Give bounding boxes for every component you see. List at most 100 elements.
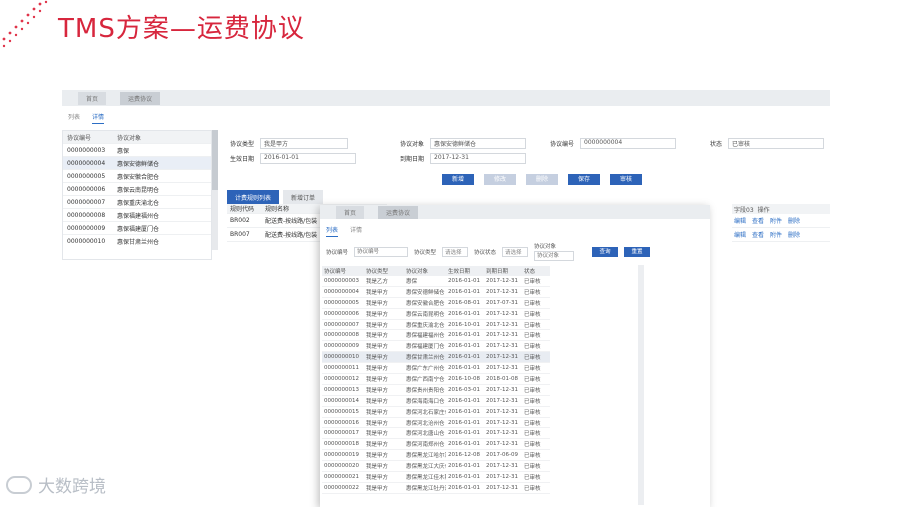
table-row[interactable]: 0000000010 我是甲方 惠保甘肃兰州仓 2016-01-01 2017-12-3… — [322, 352, 550, 364]
status: 已审核 — [524, 398, 541, 405]
add-button[interactable]: 新增 — [442, 174, 474, 185]
agreement-object: 惠保贵州贵阳仓 — [406, 387, 445, 394]
delete-button[interactable]: 删除 — [526, 174, 558, 185]
agreement-object: 惠保黑龙江大庆仓 — [406, 464, 446, 471]
list-item[interactable]: 0000000008 惠保福建福州仓 — [63, 208, 211, 221]
start-date: 2016-01-01 — [448, 332, 480, 339]
tab-freight-agreement[interactable]: 运费协议 — [120, 91, 161, 105]
approve-button[interactable]: 审核 — [610, 174, 642, 185]
window-tabstrip: 首页 运费协议 — [62, 90, 830, 106]
attachment-link[interactable]: 附件 — [770, 216, 782, 225]
tab-home[interactable]: 首页 — [336, 205, 365, 219]
agreement-type: 我是甲方 — [366, 398, 389, 405]
agreement-number: 0000000019 — [324, 452, 359, 459]
table-row[interactable]: 0000000022 我是甲方 惠保黑龙江牡丹江仓2016-01-01 2017-12… — [322, 483, 550, 494]
agreement-number: 0000000005 — [67, 172, 106, 180]
status-select[interactable]: 已审核 — [728, 138, 825, 149]
grid-scrollbar[interactable] — [638, 265, 644, 505]
list-item[interactable]: 0000000009 惠保福建厦门仓 — [63, 221, 211, 234]
end-date: 2017-12-31 — [486, 386, 518, 393]
tab-freight-agreement[interactable]: 运费协议 — [378, 205, 419, 219]
table-row[interactable]: 0000000007 我是甲方 惠保重庆渝北仓 2016-10-01 2017-12-3… — [322, 320, 550, 331]
table-row[interactable]: 0000000016 我是甲方 惠保河北沧州仓 2016-01-01 2017-12-3… — [322, 418, 550, 429]
number-filter-input[interactable] — [354, 246, 409, 257]
agreement-type: 我是甲方 — [366, 485, 389, 492]
table-row[interactable]: 0000000009 我是甲方 惠保福建厦门仓 2016-01-01 2017-12-3… — [322, 341, 550, 353]
save-button[interactable]: 保存 — [568, 174, 600, 185]
list-item[interactable]: 0000000003 惠保 — [63, 143, 211, 156]
status-label: 状态 — [710, 141, 723, 148]
agreement-type: 我是甲方 — [366, 289, 389, 296]
tab-home[interactable]: 首页 — [78, 91, 107, 105]
object-field[interactable]: 惠保安德鲜储仓 — [430, 138, 527, 149]
reset-button[interactable]: 重置 — [624, 246, 651, 257]
list-item[interactable]: 0000000005 惠保安徽合肥仓 — [63, 169, 211, 182]
table-row[interactable]: 0000000013 我是甲方 惠保贵州贵阳仓 2016-03-01 2017-12-3… — [322, 385, 550, 396]
table-row[interactable]: 0000000019 我是甲方 惠保黑龙江哈尔滨仓2016-12-08 2017-06… — [322, 450, 550, 462]
agreement-type: 我是乙方 — [366, 278, 389, 285]
type-select[interactable]: 我是甲方 — [260, 138, 349, 149]
status: 已审核 — [524, 344, 541, 351]
list-item[interactable]: 0000000007 惠保重庆渝北仓 — [63, 195, 211, 208]
list-item[interactable]: 0000000010 惠保甘肃兰州仓 — [63, 234, 211, 247]
end-date-field[interactable]: 2017-12-31 — [430, 153, 527, 164]
start-date-field[interactable]: 2016-01-01 — [260, 153, 357, 164]
view-link[interactable]: 查看 — [752, 216, 764, 225]
operations-column: 字段03 操作 编辑 查看 附件 删除 编辑 查看 附件 删除 — [732, 204, 830, 242]
start-date: 2016-01-01 — [448, 365, 480, 372]
search-button[interactable]: 查询 — [592, 246, 619, 257]
table-row[interactable]: 0000000008 我是甲方 惠保福建福州仓 2016-01-01 2017-12-3… — [322, 330, 550, 342]
agreement-number: 0000000007 — [67, 198, 106, 206]
agreement-number: 0000000006 — [67, 185, 106, 193]
table-row[interactable]: 0000000020 我是甲方 惠保黑龙江大庆仓 2016-01-01 2017-12-… — [322, 461, 550, 473]
table-row[interactable]: 0000000006 我是甲方 惠保云南昆明仓 2016-01-01 2017-12-3… — [322, 309, 550, 320]
agreement-object: 惠保甘肃兰州仓 — [406, 355, 445, 362]
window-tabstrip: 首页 运费协议 — [320, 205, 710, 219]
tab-billing-rules[interactable]: 计费规则列表 — [227, 190, 280, 205]
start-date: 2016-01-01 — [448, 463, 480, 470]
delete-link[interactable]: 删除 — [788, 230, 800, 239]
subtab-detail[interactable]: 详情 — [92, 112, 105, 124]
view-link[interactable]: 查看 — [752, 230, 764, 239]
type-filter-select[interactable]: 请选择 — [442, 246, 469, 257]
agreement-type: 我是甲方 — [366, 474, 389, 481]
tab-new-order[interactable]: 新增订单 — [283, 190, 324, 205]
status-filter-select[interactable]: 请选择 — [502, 246, 529, 257]
object-filter-input[interactable] — [534, 251, 575, 261]
table-row[interactable]: 0000000017 我是甲方 惠保河北唐山仓 2016-01-01 2017-12-3… — [322, 428, 550, 440]
table-row[interactable]: 0000000011 我是甲方 惠保广东广州仓 2016-01-01 2017-12-3… — [322, 363, 550, 375]
object-filter-label: 协议对象 — [534, 244, 557, 250]
list-scrollbar[interactable] — [212, 130, 218, 250]
table-row[interactable]: 0000000004 我是甲方 惠保安德鲜储仓 2016-01-01 2017-12-3… — [322, 287, 550, 298]
subtabs: 列表 详情 — [62, 106, 830, 124]
table-row[interactable]: 0000000021 我是甲方 惠保黑龙江佳木斯仓2016-01-01 2017-12… — [322, 472, 550, 483]
status: 已审核 — [524, 431, 541, 438]
table-row[interactable]: 0000000005 我是甲方 惠保安徽合肥仓 2016-08-01 2017-07-3… — [322, 298, 550, 309]
agreement-type: 我是甲方 — [366, 322, 389, 329]
delete-link[interactable]: 删除 — [788, 216, 800, 225]
logo-icon — [6, 475, 32, 494]
list-item[interactable]: 0000000006 惠保云南昆明仓 — [63, 182, 211, 195]
subtab-detail[interactable]: 详情 — [350, 225, 362, 237]
agreement-object: 惠保黑龙江佳木斯仓 — [406, 474, 446, 481]
end-date: 2017-12-31 — [486, 310, 518, 317]
subtab-list[interactable]: 列表 — [68, 112, 80, 124]
col-start: 生效日期 — [448, 269, 471, 275]
list-item[interactable]: 0000000004 惠保安德鲜储仓 — [63, 156, 211, 169]
edit-link[interactable]: 编辑 — [734, 216, 746, 225]
agreement-number: 0000000021 — [324, 473, 359, 480]
end-date: 2017-12-31 — [486, 408, 518, 415]
start-date: 2016-01-01 — [448, 343, 480, 350]
table-row[interactable]: 0000000012 我是甲方 惠保广西南宁仓 2016-10-08 2018-01-0… — [322, 374, 550, 385]
subtab-list[interactable]: 列表 — [326, 225, 339, 237]
table-row[interactable]: 0000000018 我是甲方 惠保河南郑州仓 2016-01-01 2017-12-3… — [322, 439, 550, 451]
edit-link[interactable]: 编辑 — [734, 230, 746, 239]
attachment-link[interactable]: 附件 — [770, 230, 782, 239]
edit-button[interactable]: 修改 — [484, 174, 516, 185]
end-date: 2017-12-31 — [486, 288, 518, 295]
agreement-object: 惠保广东广州仓 — [406, 366, 445, 373]
table-row[interactable]: 0000000015 我是甲方 惠保河北石家庄仓 2016-01-01 2017-12-… — [322, 407, 550, 418]
number-field[interactable]: 0000000004 — [580, 138, 677, 149]
table-row[interactable]: 0000000014 我是甲方 惠保海南海口仓 2016-01-01 2017-12-3… — [322, 396, 550, 407]
table-row[interactable]: 0000000003 我是乙方 惠保 2016-01-01 2017-12-31 已审核 — [322, 276, 550, 287]
